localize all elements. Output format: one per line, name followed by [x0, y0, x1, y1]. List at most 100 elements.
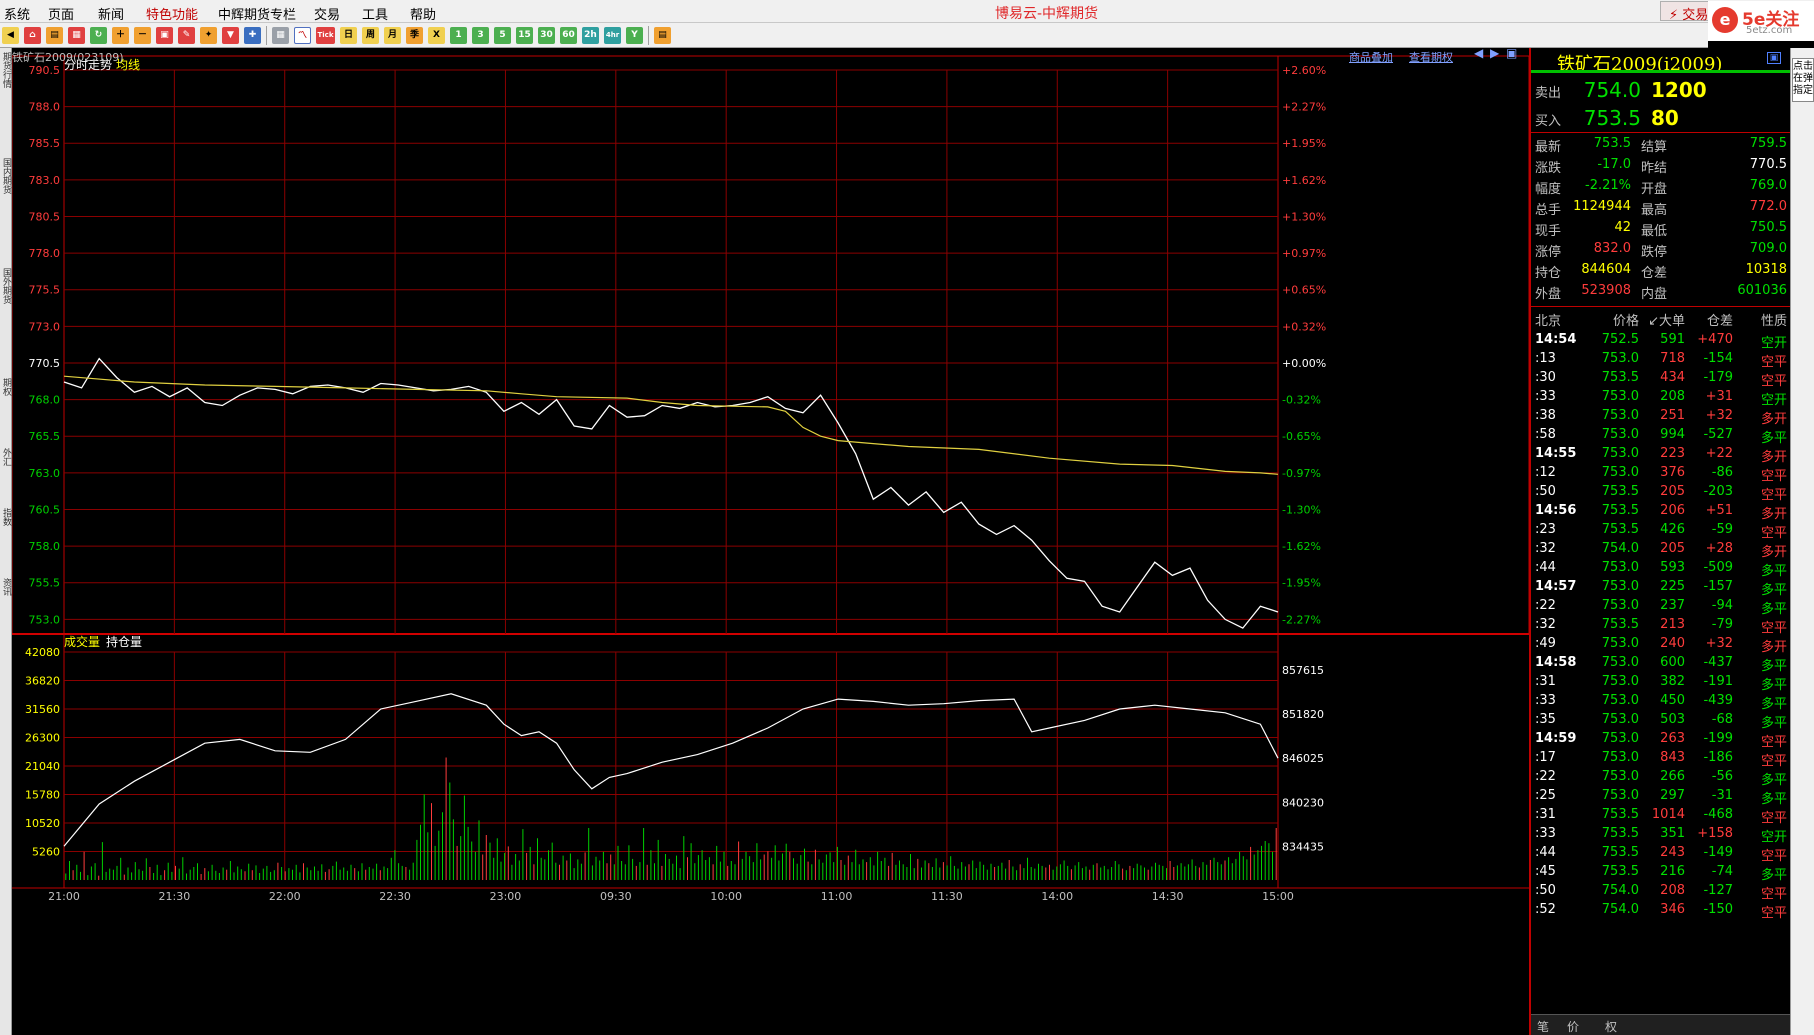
period-30min-button[interactable]: 30: [538, 27, 555, 44]
tick-row: :31 753.0 382 -191 多平: [1535, 674, 1788, 694]
tick-row: 14:58 753.0 600 -437 多平: [1535, 655, 1788, 675]
zoom-in-icon[interactable]: ＋: [112, 27, 129, 44]
tick-button[interactable]: Tick: [316, 27, 335, 44]
period-5min-button[interactable]: 5: [494, 27, 511, 44]
period-week-button[interactable]: 周: [362, 27, 379, 44]
stat-value: 709.0: [1749, 241, 1787, 256]
refresh-icon[interactable]: ↻: [90, 27, 107, 44]
period-1min-button[interactable]: 1: [450, 27, 467, 44]
tick-row: :32 754.0 205 +28 多开: [1535, 541, 1788, 561]
left-tab-futures[interactable]: 期货行情: [1, 52, 11, 88]
tick-price: 753.0: [1601, 750, 1639, 765]
left-tab-fx[interactable]: 外汇: [1, 448, 11, 466]
menu-news[interactable]: 新闻: [98, 4, 124, 23]
scroll-left-icon[interactable]: ◀: [1474, 46, 1483, 60]
tick-volume: 434: [1660, 370, 1685, 385]
price-tick-label: 783.0: [29, 174, 61, 187]
menu-page[interactable]: 页面: [48, 4, 74, 23]
oi-tick-label: 857615: [1282, 664, 1324, 677]
tick-price: 753.5: [1601, 826, 1639, 841]
left-tab-options[interactable]: 期权: [1, 378, 11, 396]
tick-volume: 376: [1660, 465, 1685, 480]
news-icon[interactable]: ▦: [68, 27, 85, 44]
chart-svg: 790.5 +2.60% 788.0 +2.27% 785.5 +1.95% 783.0 +1…: [12, 55, 1529, 903]
brand-logo[interactable]: e 5e关注 5etz.com: [1708, 1, 1814, 41]
price-tick-label: 788.0: [29, 101, 61, 114]
new-indicator-icon[interactable]: ✚: [244, 27, 261, 44]
menu-system[interactable]: 系统: [4, 4, 30, 23]
chart-menu-icon[interactable]: ▣: [1506, 46, 1517, 60]
menu-tools[interactable]: 工具: [362, 4, 388, 23]
period-15min-button[interactable]: 15: [516, 27, 533, 44]
window-icon[interactable]: ▣: [156, 27, 173, 44]
scroll-right-icon[interactable]: ▶: [1490, 46, 1499, 60]
period-day-button[interactable]: 日: [340, 27, 357, 44]
tick-oi-change: +158: [1697, 826, 1733, 841]
draw-pen-icon[interactable]: ✎: [178, 27, 195, 44]
zoom-out-icon[interactable]: －: [134, 27, 151, 44]
intraday-chart-icon[interactable]: 〽: [294, 27, 311, 44]
tick-nature: 空平: [1760, 849, 1787, 864]
tab-trades[interactable]: 笔: [1537, 1018, 1549, 1035]
paint-icon[interactable]: ✦: [200, 27, 217, 44]
period-year-button[interactable]: Y: [626, 27, 643, 44]
left-tab-news[interactable]: 资讯: [1, 578, 11, 596]
options-link[interactable]: 查看期权: [1409, 49, 1453, 65]
period-3min-button[interactable]: 3: [472, 27, 489, 44]
price-tick-label: 760.5: [29, 503, 61, 516]
stat-value: 759.5: [1749, 136, 1787, 151]
percent-tick-label: -2.27%: [1282, 613, 1321, 626]
tick-price: 753.0: [1601, 712, 1639, 727]
tick-oi-change: +22: [1705, 446, 1733, 461]
oi-tick-label: 851820: [1282, 708, 1324, 721]
tab-rights[interactable]: 权: [1605, 1018, 1617, 1035]
left-tab-index[interactable]: 指数: [1, 508, 11, 526]
tick-nature: 多平: [1760, 678, 1787, 693]
tick-time: :32: [1535, 541, 1556, 556]
tick-row: 14:54 752.5 591 +470 空开: [1535, 332, 1788, 352]
home-icon[interactable]: ⌂: [24, 27, 41, 44]
percent-tick-label: -0.32%: [1282, 394, 1321, 407]
tick-header: 北京 价格 ↙大单 仓差 性质: [1535, 310, 1788, 330]
stat-label: 幅度: [1535, 182, 1562, 197]
page-icon[interactable]: ▤: [46, 27, 63, 44]
back-arrow-icon[interactable]: ◀: [2, 27, 19, 44]
bid-volume: 80: [1651, 106, 1679, 130]
period-month-button[interactable]: 月: [384, 27, 401, 44]
stat-label: 现手: [1535, 224, 1562, 239]
left-tab-foreign[interactable]: 国外期货: [1, 268, 11, 304]
period-2h-button[interactable]: 2h: [582, 27, 599, 44]
tick-time: :44: [1535, 845, 1556, 860]
tick-row: :12 753.0 376 -86 空平: [1535, 465, 1788, 485]
average-price-line: [63, 375, 1279, 475]
instrument-name: 铁矿石2009: [12, 51, 73, 64]
tick-time: :58: [1535, 427, 1556, 442]
tick-volume: 216: [1660, 864, 1685, 879]
tick-nature: 空开: [1760, 830, 1787, 845]
lightning-icon: ⚡: [1669, 8, 1679, 23]
tab-price[interactable]: 价: [1567, 1018, 1579, 1035]
click-popup-button[interactable]: 点击在弹指定: [1792, 58, 1814, 102]
percent-tick-label: +1.95%: [1282, 137, 1326, 150]
overlay-link[interactable]: 商品叠加: [1349, 49, 1393, 65]
tick-oi-change: -527: [1703, 427, 1733, 442]
tick-time: 14:55: [1535, 446, 1577, 461]
table-icon[interactable]: ▦: [272, 27, 289, 44]
period-60min-button[interactable]: 60: [560, 27, 577, 44]
menu-help[interactable]: 帮助: [410, 4, 436, 23]
filter-icon[interactable]: ▼: [222, 27, 239, 44]
left-tab-domestic[interactable]: 国内期货: [1, 158, 11, 194]
time-tick-label: 14:30: [1152, 890, 1184, 903]
quote-menu-icon[interactable]: ▣: [1767, 52, 1781, 64]
menu-trade[interactable]: 交易: [314, 4, 340, 23]
tick-oi-change: +470: [1697, 332, 1733, 347]
period-4h-button[interactable]: 4hr: [604, 27, 621, 44]
intraday-chart-panel[interactable]: 790.5 +2.60% 788.0 +2.27% 785.5 +1.95% 783.0 +1…: [12, 46, 1529, 1035]
period-x-button[interactable]: X: [428, 27, 445, 44]
menu-zhonghui[interactable]: 中辉期货专栏: [218, 4, 296, 23]
volume-tick-label: 21040: [25, 760, 60, 773]
period-season-button[interactable]: 季: [406, 27, 423, 44]
menu-special[interactable]: 特色功能: [146, 4, 198, 23]
calculator-icon[interactable]: ▤: [654, 27, 671, 44]
tick-nature: 多开: [1760, 450, 1787, 465]
